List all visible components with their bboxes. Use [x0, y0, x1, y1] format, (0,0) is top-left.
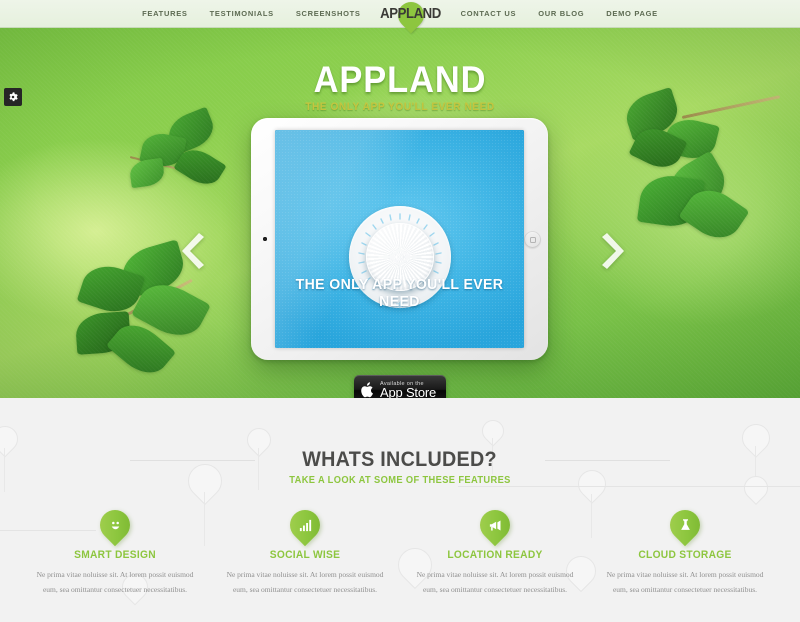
feature-body: Ne prima vitae noluisse sit. At lorem po…	[226, 570, 384, 594]
feature-body: Ne prima vitae noluisse sit. At lorem po…	[36, 570, 194, 594]
feature-pin-badge	[663, 503, 707, 547]
feature-item-location-ready[interactable]: LOCATION READY Ne prima vitae noluisse s…	[400, 503, 590, 597]
nav-item-screenshots[interactable]: SCREENSHOTS	[285, 9, 372, 18]
site-logo[interactable]: APPLAND	[372, 0, 450, 33]
screen-caption-text: THE ONLY APP YOU'LL EVER NEED	[295, 276, 504, 310]
feature-item-smart-design[interactable]: SMART DESIGN Ne prima vitae noluisse sit…	[20, 503, 210, 597]
gear-icon	[9, 92, 18, 102]
leaf-decoration-left	[120, 106, 230, 208]
app-store-text: Available on the App Store	[380, 381, 436, 398]
nav-item-contact-us[interactable]: CONTACT US	[450, 9, 528, 18]
feature-columns: SMART DESIGN Ne prima vitae noluisse sit…	[0, 503, 800, 597]
hero-title: APPLAND	[313, 59, 487, 100]
apple-logo-icon	[361, 382, 373, 398]
hero-subtitle: THE ONLY APP YOU'LL EVER NEED	[305, 101, 495, 113]
feature-title: SMART DESIGN	[74, 549, 156, 561]
nav-links-left: FEATURES TESTIMONIALS SCREENSHOTS	[131, 9, 372, 18]
nav-item-features[interactable]: FEATURES	[131, 9, 198, 18]
section-title: WHATS INCLUDED?	[302, 448, 498, 471]
app-store-download-button[interactable]: Available on the App Store	[354, 375, 446, 398]
tablet-device-mockup: THE ONLY APP YOU'LL EVER NEED	[251, 118, 548, 360]
nav-item-testimonials[interactable]: TESTIMONIALS	[199, 9, 285, 18]
app-store-big-line: App Store	[380, 384, 437, 398]
section-heading: WHATS INCLUDED? TAKE A LOOK AT SOME OF T…	[0, 398, 800, 486]
front-camera-icon	[263, 237, 267, 241]
feature-body: Ne prima vitae noluisse sit. At lorem po…	[606, 570, 764, 594]
slider-prev-button[interactable]	[180, 233, 214, 269]
feature-title: SOCIAL WISE	[269, 549, 341, 561]
tablet-screen: THE ONLY APP YOU'LL EVER NEED	[275, 130, 524, 348]
nav-links-right: CONTACT US OUR BLOG DEMO PAGE	[450, 9, 669, 18]
hero-heading-block: APPLAND THE ONLY APP YOU'LL EVER NEED	[0, 61, 800, 113]
feature-title: CLOUD STORAGE	[638, 549, 732, 561]
home-square-icon	[529, 236, 536, 243]
section-subtitle: TAKE A LOOK AT SOME OF THESE FEATURES	[289, 475, 511, 486]
feature-pin-badge	[93, 503, 137, 547]
slider-next-button[interactable]	[592, 233, 626, 269]
chevron-left-icon	[182, 233, 204, 269]
smiley-face-icon	[100, 510, 130, 540]
hero-slider: APPLAND THE ONLY APP YOU'LL EVER NEED TH…	[0, 28, 800, 398]
feature-pin-badge	[283, 503, 327, 547]
nav-item-our-blog[interactable]: OUR BLOG	[527, 9, 595, 18]
feature-title: LOCATION READY	[447, 549, 543, 561]
feature-body: Ne prima vitae noluisse sit. At lorem po…	[416, 570, 574, 594]
logo-text: APPLAND	[380, 5, 441, 22]
feature-pin-badge	[473, 503, 517, 547]
top-navigation-bar: FEATURES TESTIMONIALS SCREENSHOTS APPLAN…	[0, 0, 800, 33]
settings-button[interactable]	[4, 88, 22, 106]
home-button[interactable]	[524, 231, 541, 248]
megaphone-icon	[480, 510, 510, 540]
nav-item-demo-page[interactable]: DEMO PAGE	[595, 9, 669, 18]
chevron-right-icon	[602, 233, 624, 269]
flask-icon	[670, 510, 700, 540]
features-section: WHATS INCLUDED? TAKE A LOOK AT SOME OF T…	[0, 398, 800, 622]
feature-item-social-wise[interactable]: SOCIAL WISE Ne prima vitae noluisse sit.…	[210, 503, 400, 597]
feature-item-cloud-storage[interactable]: CLOUD STORAGE Ne prima vitae noluisse si…	[590, 503, 780, 597]
bar-chart-icon	[290, 510, 320, 540]
